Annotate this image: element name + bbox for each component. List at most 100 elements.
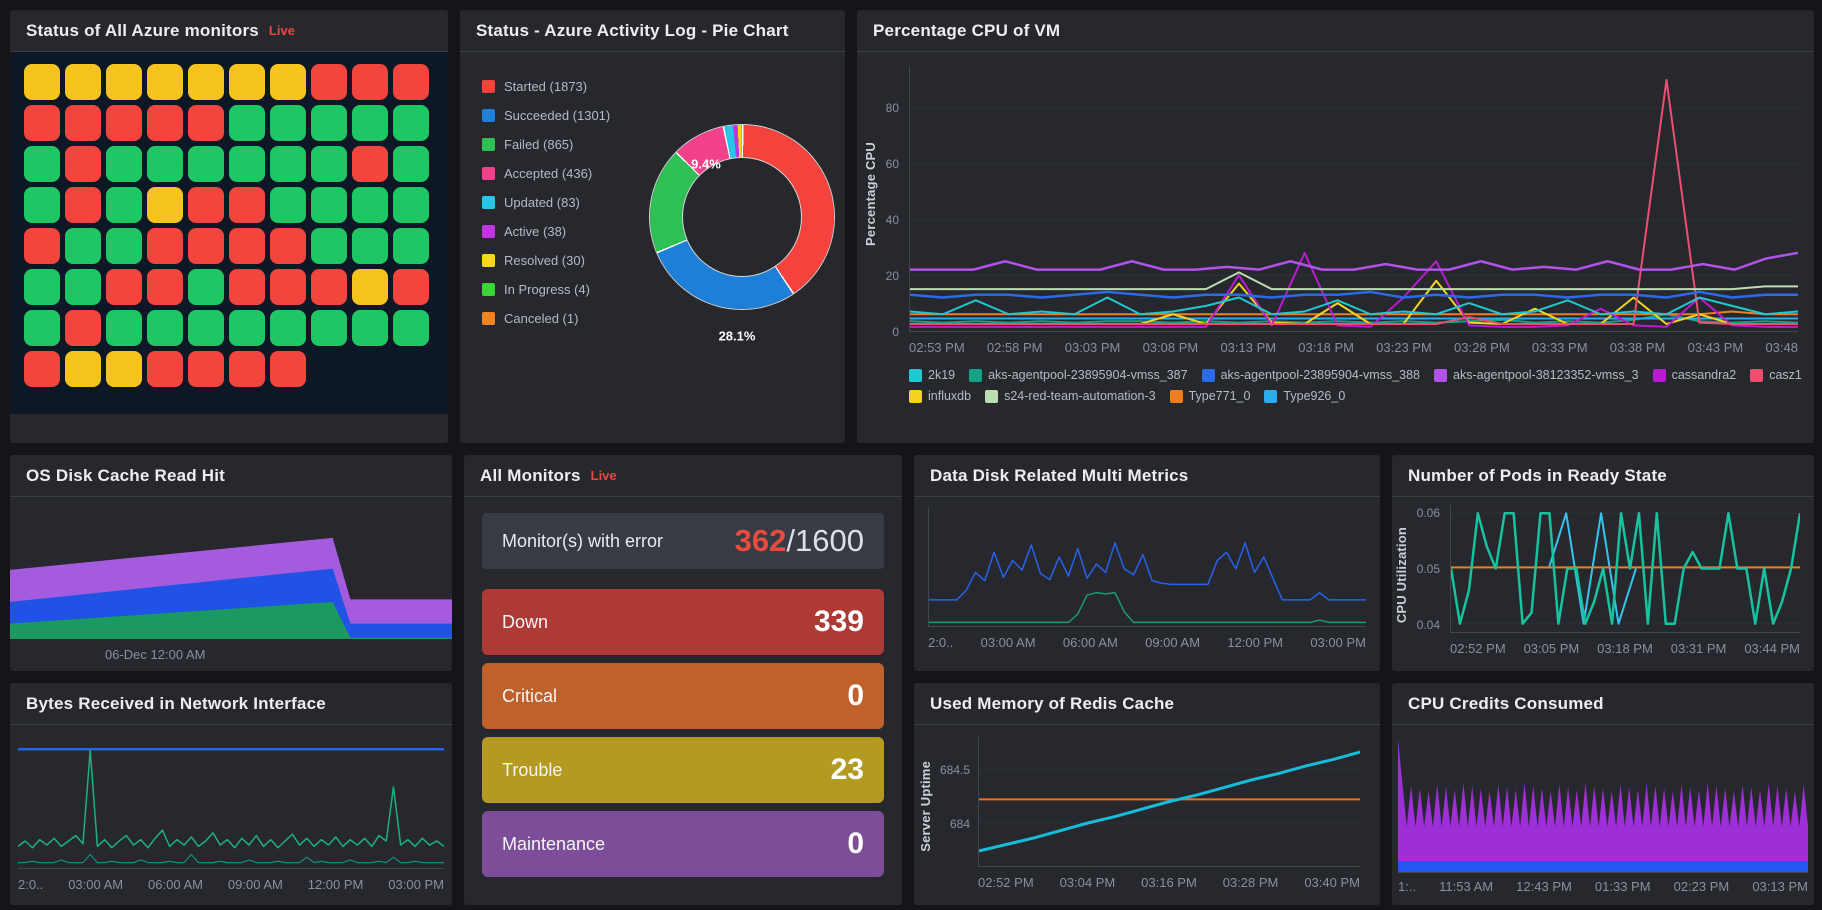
status-cell-r3c3[interactable] (106, 146, 142, 182)
status-cell-r1c3[interactable] (106, 64, 142, 100)
status-cell-r4c4[interactable] (147, 187, 183, 223)
status-cell-r5c6[interactable] (229, 228, 265, 264)
status-cell-r5c8[interactable] (311, 228, 347, 264)
status-cell-r5c4[interactable] (147, 228, 183, 264)
status-cell-r2c5[interactable] (188, 105, 224, 141)
pie-legend-item[interactable]: In Progress (4) (482, 275, 610, 304)
status-bar-maintenance[interactable]: Maintenance0 (482, 811, 884, 877)
status-cell-r8c7[interactable] (270, 351, 306, 387)
status-cell-r7c10[interactable] (393, 310, 429, 346)
status-cell-r1c9[interactable] (352, 64, 388, 100)
status-cell-r5c3[interactable] (106, 228, 142, 264)
donut-chart[interactable] (650, 125, 834, 309)
status-cell-r7c7[interactable] (270, 310, 306, 346)
status-cell-r4c10[interactable] (393, 187, 429, 223)
status-cell-r3c4[interactable] (147, 146, 183, 182)
status-cell-r3c6[interactable] (229, 146, 265, 182)
status-cell-r6c10[interactable] (393, 269, 429, 305)
status-cell-r7c4[interactable] (147, 310, 183, 346)
status-cell-r1c6[interactable] (229, 64, 265, 100)
status-cell-r5c2[interactable] (65, 228, 101, 264)
status-cell-r8c4[interactable] (147, 351, 183, 387)
cpu-legend-item[interactable]: s24-red-team-automation-3 (985, 389, 1155, 403)
status-cell-r6c7[interactable] (270, 269, 306, 305)
status-cell-r4c7[interactable] (270, 187, 306, 223)
status-cell-r8c6[interactable] (229, 351, 265, 387)
status-cell-r5c1[interactable] (24, 228, 60, 264)
pie-legend-item[interactable]: Resolved (30) (482, 246, 610, 275)
cpu-legend-item[interactable]: aks-agentpool-23895904-vmss_387 (969, 368, 1187, 382)
status-cell-r4c1[interactable] (24, 187, 60, 223)
status-cell-r3c8[interactable] (311, 146, 347, 182)
status-cell-r6c1[interactable] (24, 269, 60, 305)
pie-legend-item[interactable]: Failed (865) (482, 130, 610, 159)
monitors-error-card[interactable]: Monitor(s) with error 362/1600 (482, 513, 884, 569)
status-cell-r7c2[interactable] (65, 310, 101, 346)
cpu-legend-item[interactable]: aks-agentpool-38123352-vmss_3 (1434, 368, 1639, 382)
status-cell-r8c1[interactable] (24, 351, 60, 387)
status-cell-r2c1[interactable] (24, 105, 60, 141)
pie-legend-item[interactable]: Accepted (436) (482, 159, 610, 188)
status-cell-r3c9[interactable] (352, 146, 388, 182)
status-cell-r3c10[interactable] (393, 146, 429, 182)
status-cell-r8c3[interactable] (106, 351, 142, 387)
status-cell-r7c6[interactable] (229, 310, 265, 346)
status-cell-r2c10[interactable] (393, 105, 429, 141)
status-cell-r2c3[interactable] (106, 105, 142, 141)
status-cell-r1c10[interactable] (393, 64, 429, 100)
status-cell-r4c5[interactable] (188, 187, 224, 223)
status-cell-r2c7[interactable] (270, 105, 306, 141)
status-cell-r4c2[interactable] (65, 187, 101, 223)
status-cell-r5c9[interactable] (352, 228, 388, 264)
status-cell-r6c5[interactable] (188, 269, 224, 305)
status-cell-r3c1[interactable] (24, 146, 60, 182)
status-cell-r2c2[interactable] (65, 105, 101, 141)
status-cell-r4c6[interactable] (229, 187, 265, 223)
cpu-legend-item[interactable]: Type771_0 (1170, 389, 1251, 403)
status-cell-r6c8[interactable] (311, 269, 347, 305)
status-cell-r8c5[interactable] (188, 351, 224, 387)
status-cell-r1c8[interactable] (311, 64, 347, 100)
status-cell-r3c7[interactable] (270, 146, 306, 182)
status-cell-r3c5[interactable] (188, 146, 224, 182)
status-cell-r6c6[interactable] (229, 269, 265, 305)
cpu-legend-item[interactable]: Type926_0 (1264, 389, 1345, 403)
status-bar-critical[interactable]: Critical0 (482, 663, 884, 729)
status-cell-r7c8[interactable] (311, 310, 347, 346)
status-cell-r7c3[interactable] (106, 310, 142, 346)
status-cell-r6c2[interactable] (65, 269, 101, 305)
status-cell-r4c9[interactable] (352, 187, 388, 223)
status-cell-r5c7[interactable] (270, 228, 306, 264)
status-cell-r5c10[interactable] (393, 228, 429, 264)
status-cell-r8c2[interactable] (65, 351, 101, 387)
status-cell-r7c9[interactable] (352, 310, 388, 346)
cpu-legend-item[interactable]: 2k19 (909, 368, 955, 382)
pie-legend-item[interactable]: Succeeded (1301) (482, 101, 610, 130)
status-cell-r2c6[interactable] (229, 105, 265, 141)
pie-legend-item[interactable]: Canceled (1) (482, 304, 610, 333)
status-cell-r6c9[interactable] (352, 269, 388, 305)
pie-legend-item[interactable]: Updated (83) (482, 188, 610, 217)
cpu-legend-item[interactable]: aks-agentpool-23895904-vmss_388 (1202, 368, 1420, 382)
status-cell-r7c1[interactable] (24, 310, 60, 346)
status-bar-trouble[interactable]: Trouble23 (482, 737, 884, 803)
pie-legend-item[interactable]: Active (38) (482, 217, 610, 246)
cpu-legend-item[interactable]: cassandra2 (1653, 368, 1737, 382)
status-bar-down[interactable]: Down339 (482, 589, 884, 655)
cpu-legend-item[interactable]: casz1 (1750, 368, 1802, 382)
pie-legend-item[interactable]: Started (1873) (482, 72, 610, 101)
status-cell-r2c9[interactable] (352, 105, 388, 141)
status-cell-r1c7[interactable] (270, 64, 306, 100)
status-cell-r1c4[interactable] (147, 64, 183, 100)
status-cell-r1c2[interactable] (65, 64, 101, 100)
status-cell-r4c3[interactable] (106, 187, 142, 223)
status-cell-r6c3[interactable] (106, 269, 142, 305)
status-cell-r7c5[interactable] (188, 310, 224, 346)
status-cell-r1c5[interactable] (188, 64, 224, 100)
status-cell-r1c1[interactable] (24, 64, 60, 100)
status-cell-r5c5[interactable] (188, 228, 224, 264)
status-cell-r6c4[interactable] (147, 269, 183, 305)
status-cell-r2c4[interactable] (147, 105, 183, 141)
status-cell-r3c2[interactable] (65, 146, 101, 182)
cpu-legend-item[interactable]: influxdb (909, 389, 971, 403)
